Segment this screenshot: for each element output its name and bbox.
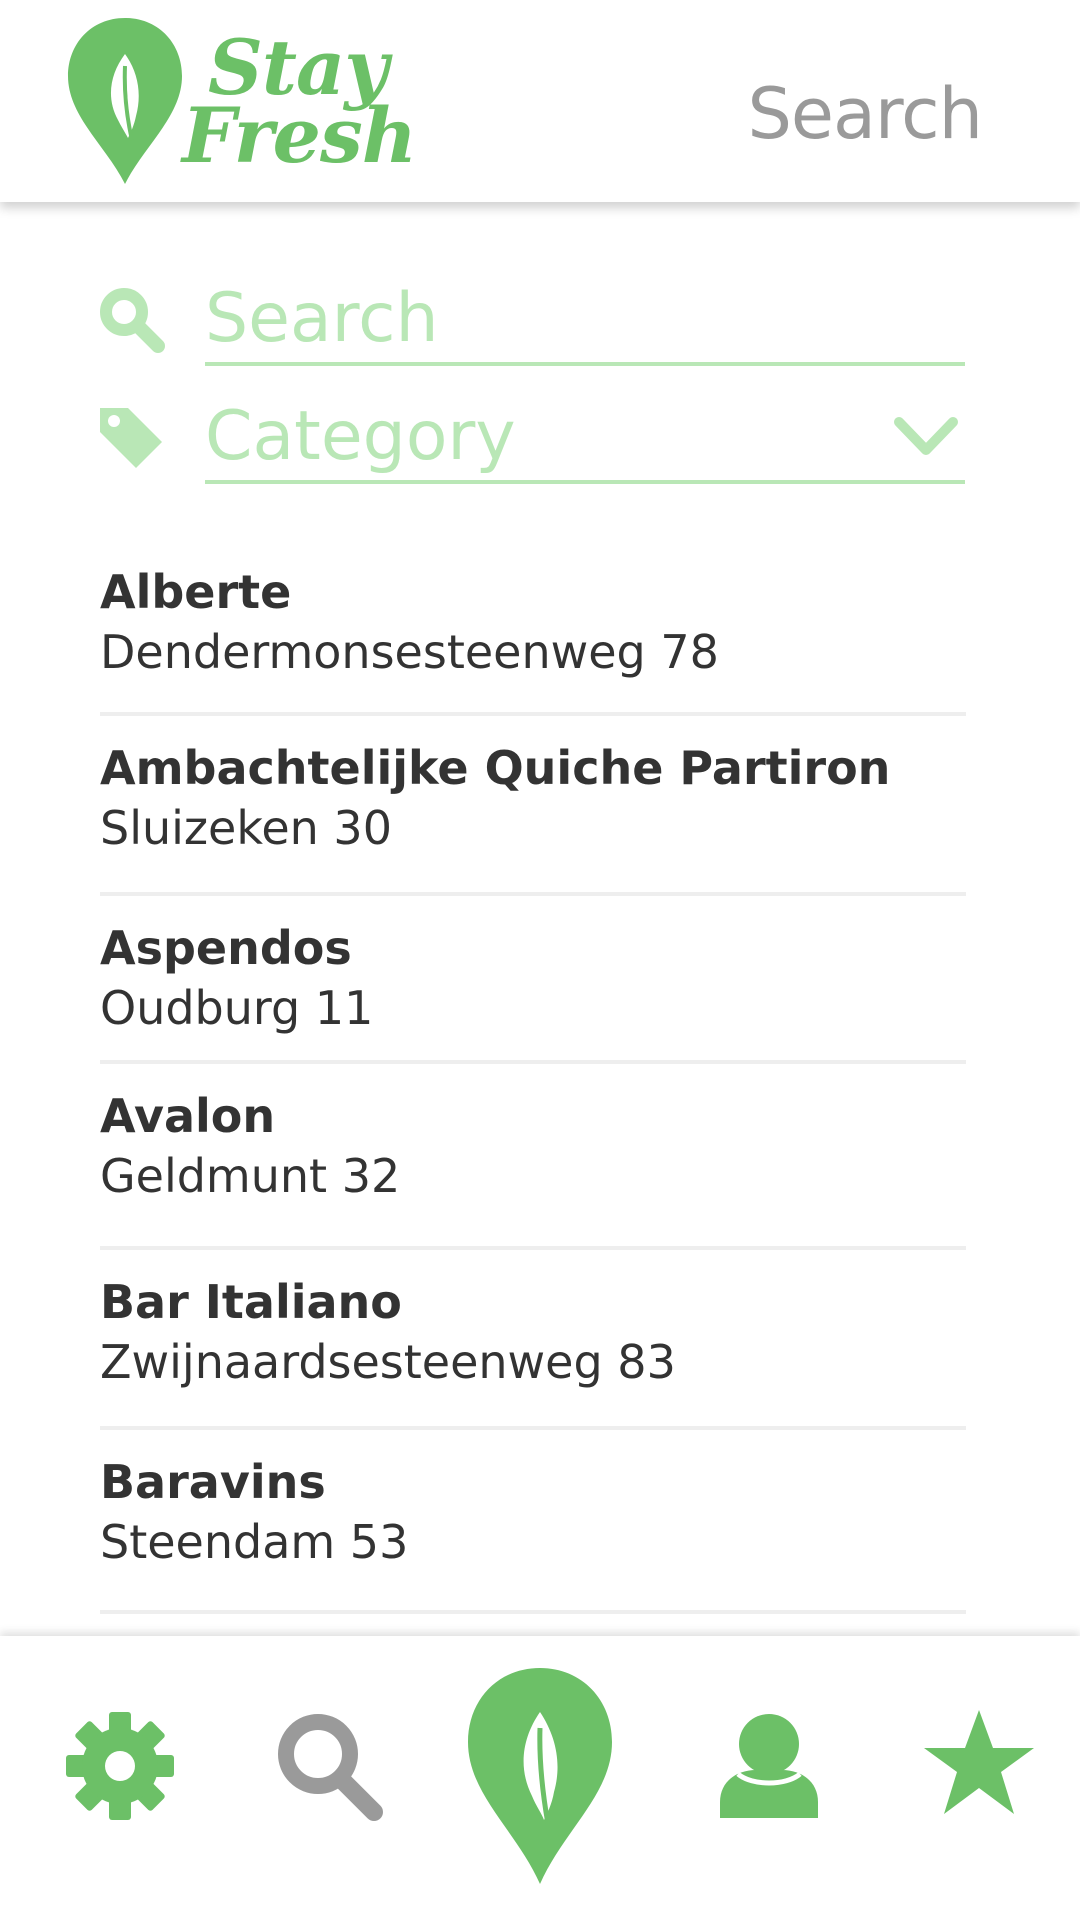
restaurant-address: Sluizeken 30 [100,801,392,855]
gear-icon [66,1712,174,1820]
nav-profile-button[interactable] [712,1712,826,1818]
search-input[interactable] [205,280,885,358]
search-filter-row [98,280,966,370]
list-item[interactable]: Bar Italiano Zwijnaardsesteenweg 83 [100,1250,966,1430]
restaurant-name: Alberte [100,565,292,619]
category-filter-row: Category [98,398,966,488]
chevron-down-icon [893,414,959,458]
logo-line-2: Fresh [182,91,417,180]
list-item[interactable]: Alberte Dendermonsesteenweg 78 [100,540,966,716]
star-icon [924,1710,1034,1814]
restaurant-name: Avalon [100,1089,276,1143]
category-select-value: Category [205,397,516,476]
restaurant-address: Zwijnaardsesteenweg 83 [100,1335,676,1389]
nav-search-button[interactable] [272,1708,386,1824]
tag-icon [98,404,166,472]
user-icon [720,1714,818,1818]
list-item[interactable]: Baravins Steendam 53 [100,1430,966,1614]
category-select[interactable]: Category [205,398,965,484]
header-search-link[interactable]: Search [748,74,983,154]
restaurant-name: Bar Italiano [100,1275,402,1329]
list-item[interactable]: Ambachtelijke Quiche Partiron Sluizeken … [100,716,966,896]
leaf-pin-icon [468,1668,612,1884]
list-item[interactable]: Aspendos Oudburg 11 [100,896,966,1064]
restaurant-address: Oudburg 11 [100,981,374,1035]
restaurant-address: Geldmunt 32 [100,1149,401,1203]
nav-favorites-button[interactable] [922,1708,1036,1818]
app-logo-text: Stay Fresh [182,26,422,176]
restaurant-address: Steendam 53 [100,1515,409,1569]
restaurant-address: Dendermonsesteenweg 78 [100,625,719,679]
list-item[interactable]: Avalon Geldmunt 32 [100,1064,966,1250]
search-field [205,280,965,366]
restaurant-name: Baravins [100,1455,326,1509]
restaurant-name: Ambachtelijke Quiche Partiron [100,741,891,795]
search-icon [98,286,166,354]
nav-settings-button[interactable] [64,1710,176,1822]
restaurant-name: Aspendos [100,921,352,975]
app-header: Stay Fresh Search [0,0,1080,202]
nav-home-button[interactable] [466,1666,614,1886]
bottom-nav [0,1636,1080,1920]
leaf-pin-icon[interactable] [66,16,184,186]
search-icon [278,1714,383,1821]
restaurant-list: Alberte Dendermonsesteenweg 78 Ambachtel… [100,540,966,1614]
